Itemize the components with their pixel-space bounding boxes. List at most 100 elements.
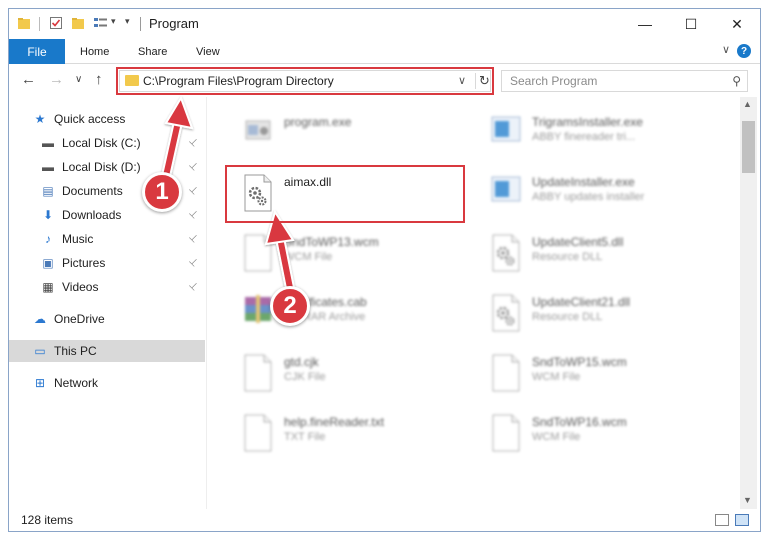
sidebar-item-label: Network <box>54 376 99 390</box>
sidebar-item-local-disk-d[interactable]: ▬ Local Disk (D:) ⊥ <box>9 156 205 178</box>
back-button[interactable]: ← <box>21 71 36 88</box>
minimize-button[interactable]: — <box>622 9 668 39</box>
file-type: Resource DLL <box>532 311 603 323</box>
dll-icon <box>490 233 522 273</box>
recent-locations-button[interactable]: ∨ <box>75 74 82 85</box>
file-item-gtd-cjk[interactable]: gtd.cjk CJK File <box>238 349 468 405</box>
scroll-down-icon[interactable]: ▼ <box>743 495 752 505</box>
sidebar-item-label: Local Disk (C:) <box>62 136 141 150</box>
file-item-certificates-cab[interactable]: Certificates.cab WinRAR Archive <box>238 289 468 345</box>
file-name: TrigramsInstaller.exe <box>532 115 643 129</box>
file-item-sndtowp15-wcm[interactable]: SndToWP15.wcm WCM File <box>486 349 716 405</box>
file-icon <box>490 353 522 393</box>
sidebar-item-label: Videos <box>62 280 99 294</box>
sidebar-item-label: This PC <box>54 344 97 358</box>
file-item-aimax-dll[interactable]: aimax.dll <box>238 169 468 225</box>
file-type: WCM File <box>532 371 581 383</box>
file-icon <box>490 413 522 453</box>
archive-icon <box>242 293 274 333</box>
window-title: Program <box>149 16 199 31</box>
sidebar-item-label: OneDrive <box>54 312 105 326</box>
customize-qa-icon[interactable]: ▾ <box>125 16 135 32</box>
up-button[interactable]: ↑ <box>95 71 103 88</box>
help-icon[interactable]: ? <box>737 44 751 58</box>
file-item-trigramsinstaller-exe[interactable]: TrigramsInstaller.exe ABBY finereader tri… <box>486 109 716 165</box>
search-icon[interactable]: ⚲ <box>732 74 741 88</box>
music-icon: ♪ <box>45 232 51 246</box>
pin-icon[interactable]: ⊥ <box>186 208 200 222</box>
pin-icon[interactable]: ⊥ <box>186 136 200 150</box>
pin-icon[interactable]: ⊥ <box>186 232 200 246</box>
file-icon <box>242 413 274 453</box>
tab-share[interactable]: Share <box>138 39 167 64</box>
file-name: Certificates.cab <box>284 295 367 309</box>
drive-icon: ▬ <box>42 160 54 174</box>
file-item-updateinstaller-exe[interactable]: UpdateInstaller.exe ABBY updates installe… <box>486 169 716 225</box>
sidebar-item-this-pc[interactable]: ▭ This PC <box>9 340 205 362</box>
folder-icon[interactable] <box>17 16 31 32</box>
file-name: UpdateInstaller.exe <box>532 175 635 189</box>
file-name: UpdateClient5.dll <box>532 235 624 249</box>
file-item-sndtowp16-wcm[interactable]: SndToWP16.wcm WCM File <box>486 409 716 465</box>
sidebar-item-videos[interactable]: ▦ Videos ⊥ <box>9 276 205 298</box>
sidebar-item-quick-access[interactable]: ★ Quick access <box>9 108 205 130</box>
sidebar-item-downloads[interactable]: ⬇ Downloads ⊥ <box>9 204 205 226</box>
file-type: Resource DLL <box>532 251 603 263</box>
sidebar-item-documents[interactable]: ▤ Documents ⊥ <box>9 180 205 202</box>
scroll-thumb[interactable] <box>742 121 755 173</box>
file-item-help-finereader-txt[interactable]: help.fineReader.txt TXT File <box>238 409 468 465</box>
sidebar-item-network[interactable]: ⊞ Network <box>9 372 205 394</box>
close-button[interactable]: ✕ <box>714 9 760 39</box>
tab-file[interactable]: File <box>9 39 65 64</box>
search-input[interactable]: Search Program ⚲ <box>501 70 748 92</box>
details-view-icon[interactable] <box>715 514 729 526</box>
search-placeholder: Search Program <box>510 74 598 88</box>
file-type: CJK File <box>284 371 326 383</box>
sidebar-item-local-disk-c[interactable]: ▬ Local Disk (C:) ⊥ <box>9 132 205 154</box>
properties-icon[interactable] <box>49 16 63 32</box>
file-icon <box>242 353 274 393</box>
file-type: WCM File <box>284 251 333 263</box>
sidebar-item-pictures[interactable]: ▣ Pictures ⊥ <box>9 252 205 274</box>
exe-icon <box>242 113 274 153</box>
chevron-down-icon[interactable]: ▾ <box>111 16 121 32</box>
network-icon: ⊞ <box>34 376 46 390</box>
sidebar-item-music[interactable]: ♪ Music ⊥ <box>9 228 205 250</box>
file-name: SndToWP15.wcm <box>532 355 627 369</box>
view-options-icon[interactable] <box>93 16 109 32</box>
file-name: program.exe <box>284 115 352 129</box>
sidebar-item-label: Downloads <box>62 208 122 222</box>
vertical-scrollbar[interactable]: ▲ ▼ <box>740 97 757 509</box>
pin-icon[interactable]: ⊥ <box>186 256 200 270</box>
dll-icon <box>490 293 522 333</box>
sidebar-item-label: Documents <box>62 184 123 198</box>
file-item-program-exe[interactable]: program.exe <box>238 109 468 165</box>
dll-gear-icon <box>242 173 274 213</box>
sidebar-item-onedrive[interactable]: ☁ OneDrive <box>9 308 205 330</box>
file-type: ABBY finereader tri... <box>532 131 636 143</box>
file-icon <box>242 233 274 273</box>
documents-icon: ▤ <box>42 184 54 198</box>
star-icon: ★ <box>34 112 46 126</box>
title-bar: ▾ ▾ Program — ☐ ✕ <box>9 9 760 39</box>
large-icons-view-icon[interactable] <box>735 514 749 526</box>
navigation-bar: ← → ∨ ↑ C:\Program Files\Program Directo… <box>9 65 760 97</box>
pin-icon[interactable]: ⊥ <box>186 160 200 174</box>
sidebar-item-label: Pictures <box>62 256 106 270</box>
file-item-updateclient21-dll[interactable]: UpdateClient21.dll Resource DLL <box>486 289 716 345</box>
new-folder-icon[interactable] <box>71 16 85 32</box>
file-item-updateclient5-dll[interactable]: UpdateClient5.dll Resource DLL <box>486 229 716 285</box>
drive-icon: ▬ <box>42 136 54 150</box>
forward-button[interactable]: → <box>49 71 64 88</box>
file-name: help.fineReader.txt <box>284 415 385 429</box>
pin-icon[interactable]: ⊥ <box>186 280 200 294</box>
status-bar: 128 items <box>9 509 760 531</box>
tab-view[interactable]: View <box>196 39 220 64</box>
scroll-up-icon[interactable]: ▲ <box>743 99 752 109</box>
file-item-sndtowp13-wcm[interactable]: SndToWP13.wcm WCM File <box>238 229 468 285</box>
tab-home[interactable]: Home <box>80 39 109 64</box>
file-name: SndToWP13.wcm <box>284 235 379 249</box>
maximize-button[interactable]: ☐ <box>668 9 714 39</box>
pin-icon[interactable]: ⊥ <box>186 184 200 198</box>
expand-ribbon-icon[interactable]: ∨ <box>722 43 730 56</box>
